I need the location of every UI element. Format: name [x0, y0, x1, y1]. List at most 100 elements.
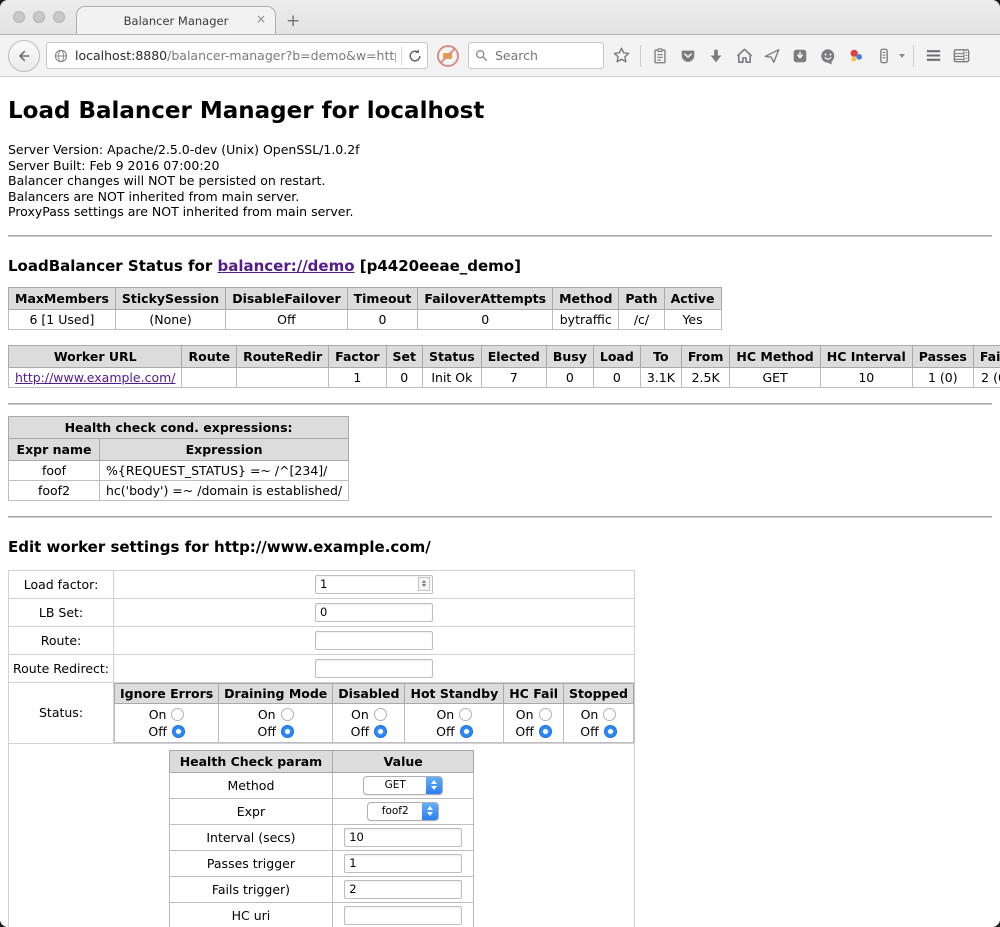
- server-version-line: Server Version: Apache/2.5.0-dev (Unix) …: [8, 142, 992, 158]
- worker-url-link[interactable]: http://www.example.com/: [15, 370, 175, 385]
- home-icon[interactable]: [733, 45, 755, 67]
- table-cell: bytraffic: [553, 309, 619, 329]
- divider: [8, 403, 992, 405]
- off-label: Off: [436, 723, 454, 740]
- browser-window: Balancer Manager × + localhost:8880/bala…: [0, 0, 1000, 927]
- lb-set-input[interactable]: [315, 603, 433, 622]
- feedback-smiley-icon[interactable]: [817, 45, 839, 67]
- url-bar[interactable]: localhost:8880/balancer-manager?b=demo&w…: [46, 42, 428, 69]
- expr-label: Expr: [169, 798, 333, 824]
- number-stepper-icon[interactable]: [418, 577, 430, 591]
- container-tabs-icon[interactable]: [873, 45, 895, 67]
- save-page-icon[interactable]: [789, 45, 811, 67]
- new-tab-button[interactable]: +: [286, 13, 300, 30]
- back-button[interactable]: [8, 40, 40, 72]
- radio-off[interactable]: [604, 725, 617, 738]
- tab-close-icon[interactable]: ×: [256, 12, 266, 26]
- col-header: Worker URL: [9, 345, 182, 367]
- radio-on[interactable]: [459, 708, 472, 721]
- off-label: Off: [148, 723, 166, 740]
- send-to-device-icon[interactable]: [761, 45, 783, 67]
- expr-name-cell: foof: [9, 460, 100, 480]
- table-row: http://www.example.com/ 1 0 Init Ok 7 0 …: [9, 367, 1000, 387]
- col-header: MaxMembers: [9, 287, 116, 309]
- search-input[interactable]: [468, 42, 604, 69]
- col-header: Elected: [481, 345, 546, 367]
- col-header: To: [640, 345, 681, 367]
- status-label: Status:: [9, 682, 114, 743]
- radio-on[interactable]: [281, 708, 294, 721]
- table-cell: 10: [820, 367, 912, 387]
- pocket-icon[interactable]: [677, 45, 699, 67]
- col-header: RouteRedir: [237, 345, 329, 367]
- on-label: On: [516, 706, 534, 723]
- tab-balancer-manager[interactable]: Balancer Manager ×: [76, 6, 276, 34]
- tab-title: Balancer Manager: [124, 14, 229, 28]
- status-col-ignore-errors: On Off: [115, 703, 219, 742]
- zoom-window-icon[interactable]: [53, 11, 65, 23]
- hc-fails-input[interactable]: [344, 880, 462, 899]
- table-cell: [237, 367, 329, 387]
- radio-off[interactable]: [281, 725, 294, 738]
- bookmark-star-icon[interactable]: [610, 45, 632, 67]
- route-redirect-input[interactable]: [315, 659, 433, 678]
- radio-on[interactable]: [603, 708, 616, 721]
- load-factor-label: Load factor:: [9, 570, 114, 598]
- status-col-header: HC Fail: [504, 683, 564, 703]
- tab-bar: Balancer Manager × +: [0, 0, 1000, 35]
- col-header: DisableFailover: [226, 287, 347, 309]
- radio-on[interactable]: [374, 708, 387, 721]
- status-col-header: Ignore Errors: [115, 683, 219, 703]
- reload-icon[interactable]: [407, 48, 423, 64]
- expr-name-cell: foof2: [9, 480, 100, 500]
- col-header: Expression: [100, 438, 349, 460]
- status-col-hc-fail: On Off: [504, 703, 564, 742]
- search-box: [468, 42, 604, 69]
- notice-line: Balancers are NOT inherited from main se…: [8, 189, 992, 205]
- radio-on[interactable]: [539, 708, 552, 721]
- page-title: Load Balancer Manager for localhost: [8, 98, 992, 124]
- worker-settings-form: Load factor: LB Set: Route: Route Redire…: [8, 570, 635, 927]
- plugin-blocked-icon[interactable]: [437, 45, 459, 67]
- minimize-window-icon[interactable]: [33, 11, 45, 23]
- server-built-line: Server Built: Feb 9 2016 07:00:20: [8, 158, 992, 174]
- col-header: HC Interval: [820, 345, 912, 367]
- table-cell: Off: [226, 309, 347, 329]
- downloads-icon[interactable]: [705, 45, 727, 67]
- table-cell: 0: [546, 367, 593, 387]
- reading-list-icon[interactable]: [649, 45, 671, 67]
- url-host: localhost:8880: [75, 48, 167, 63]
- lb-set-label: LB Set:: [9, 598, 114, 626]
- close-window-icon[interactable]: [13, 11, 25, 23]
- status-table: Ignore Errors Draining Mode Disabled Hot…: [114, 683, 634, 743]
- col-header: Path: [619, 287, 664, 309]
- table-cell: 7: [481, 367, 546, 387]
- on-label: On: [351, 706, 369, 723]
- hc-method-select[interactable]: GET: [363, 776, 443, 795]
- overflow-caret-icon[interactable]: [899, 54, 905, 58]
- hc-passes-input[interactable]: [344, 854, 462, 873]
- status-col-header: Disabled: [333, 683, 405, 703]
- route-label: Route:: [9, 626, 114, 654]
- balancer-demo-link[interactable]: balancer://demo: [217, 257, 354, 275]
- radio-off[interactable]: [172, 725, 185, 738]
- radio-off[interactable]: [539, 725, 552, 738]
- radio-on[interactable]: [171, 708, 184, 721]
- status-col-disabled: On Off: [333, 703, 405, 742]
- url-text[interactable]: localhost:8880/balancer-manager?b=demo&w…: [75, 48, 396, 63]
- table-cell: /c/: [619, 309, 664, 329]
- table-cell: (None): [115, 309, 225, 329]
- status-col-hot-standby: On Off: [405, 703, 504, 742]
- menu-hamburger-icon[interactable]: [922, 45, 944, 67]
- hc-interval-input[interactable]: [344, 828, 462, 847]
- hc-uri-input[interactable]: [344, 906, 462, 925]
- hc-expr-select[interactable]: foof2: [367, 802, 439, 821]
- route-input[interactable]: [315, 631, 433, 650]
- extension-colors-icon[interactable]: [845, 45, 867, 67]
- radio-off[interactable]: [460, 725, 473, 738]
- divider: [8, 235, 992, 237]
- sidebar-grid-icon[interactable]: [950, 45, 972, 67]
- load-factor-input[interactable]: [315, 575, 433, 594]
- radio-off[interactable]: [374, 725, 387, 738]
- expression-cell: hc('body') =~ /domain is established/: [100, 480, 349, 500]
